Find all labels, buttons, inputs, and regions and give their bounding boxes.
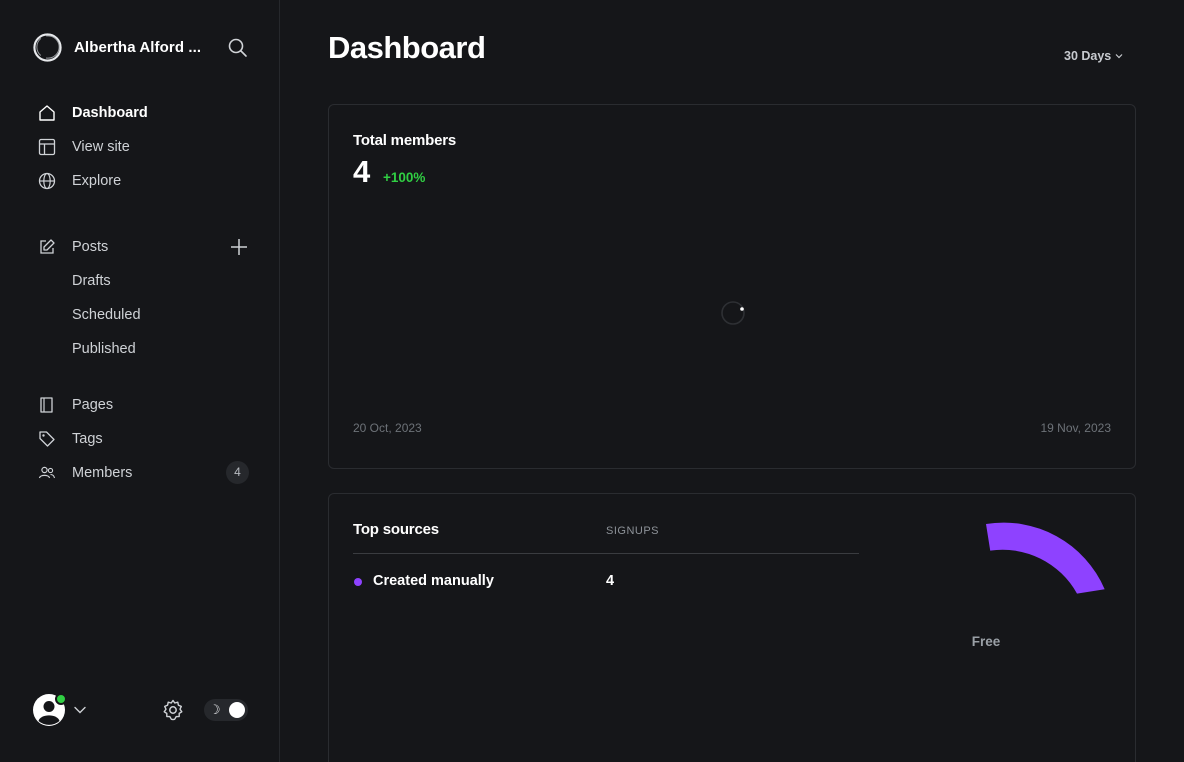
top-sources-card: Top sources SIGNUPS Created manually 4 F… (328, 493, 1136, 762)
chart-start-date: 20 Oct, 2023 (353, 421, 422, 435)
sidebar-item-label: View site (72, 139, 130, 155)
table-divider (353, 553, 859, 554)
sidebar-item-dashboard[interactable]: Dashboard (38, 99, 250, 127)
sidebar-item-label: Published (72, 341, 136, 357)
app-root: Albertha Alford ... Dashboard View site (0, 0, 1184, 762)
sidebar-item-scheduled[interactable]: Scheduled (72, 301, 232, 329)
sidebar-item-tags[interactable]: Tags (38, 425, 250, 453)
globe-icon (38, 172, 56, 190)
members-delta-value: +100% (383, 170, 426, 185)
members-total-value: 4 (353, 154, 371, 189)
site-brand[interactable]: Albertha Alford ... (32, 32, 252, 64)
sidebar-item-label: Tags (72, 431, 103, 447)
new-post-plus-icon[interactable] (229, 237, 249, 257)
sidebar-item-label: Dashboard (72, 105, 148, 121)
signups-column-header: SIGNUPS (606, 525, 660, 537)
sidebar-item-posts[interactable]: Posts (38, 233, 250, 261)
layout-icon (38, 138, 56, 156)
members-count-badge: 4 (226, 461, 249, 484)
moon-icon: ☽ (209, 702, 221, 717)
date-range-label: 30 Days (1064, 49, 1112, 63)
dark-mode-toggle[interactable]: ☽ (204, 699, 248, 721)
source-color-dot (354, 578, 362, 586)
card-title: Total members (353, 132, 456, 149)
sidebar-item-label: Explore (72, 173, 122, 189)
sidebar-item-label: Scheduled (72, 307, 141, 323)
sidebar-item-label: Members (72, 465, 133, 481)
chevron-down-icon (1115, 54, 1123, 59)
sidebar-item-label: Pages (72, 397, 114, 413)
tag-icon (39, 431, 55, 447)
sidebar-item-label: Drafts (72, 273, 111, 289)
chart-end-date: 19 Nov, 2023 (1040, 421, 1112, 435)
donut-legend-label: Free (971, 634, 1001, 649)
pages-icon (40, 397, 53, 413)
card-title: Top sources (353, 521, 439, 538)
search-icon[interactable] (226, 36, 250, 60)
online-status-dot (55, 693, 67, 705)
table-row: Created manually 4 (353, 572, 859, 592)
gear-icon[interactable] (161, 698, 185, 722)
page-title: Dashboard (328, 30, 486, 65)
loading-spinner-icon (721, 301, 745, 325)
sidebar-item-view-site[interactable]: View site (38, 133, 250, 161)
chevron-down-icon[interactable] (73, 703, 87, 717)
home-icon (39, 105, 55, 121)
sidebar-item-published[interactable]: Published (72, 335, 232, 363)
sidebar: Albertha Alford ... Dashboard View site (0, 0, 280, 762)
total-members-card: Total members 4 +100% 20 Oct, 2023 19 No… (328, 104, 1136, 469)
date-range-select[interactable]: 30 Days (1064, 49, 1123, 63)
sidebar-item-drafts[interactable]: Drafts (72, 267, 232, 295)
sidebar-item-members[interactable]: Members (38, 459, 250, 487)
source-name: Created manually (373, 573, 494, 589)
site-name: Albertha Alford ... (74, 39, 202, 56)
sidebar-item-explore[interactable]: Explore (38, 167, 250, 195)
source-signups: 4 (606, 573, 615, 589)
sidebar-item-pages[interactable]: Pages (38, 391, 250, 419)
toggle-knob (229, 702, 245, 718)
donut-segment-free (986, 522, 1105, 594)
edit-icon (40, 239, 55, 254)
site-logo-icon (33, 33, 62, 62)
sources-donut-chart (986, 522, 1105, 594)
sidebar-item-label: Posts (72, 239, 109, 255)
members-icon (38, 466, 56, 479)
